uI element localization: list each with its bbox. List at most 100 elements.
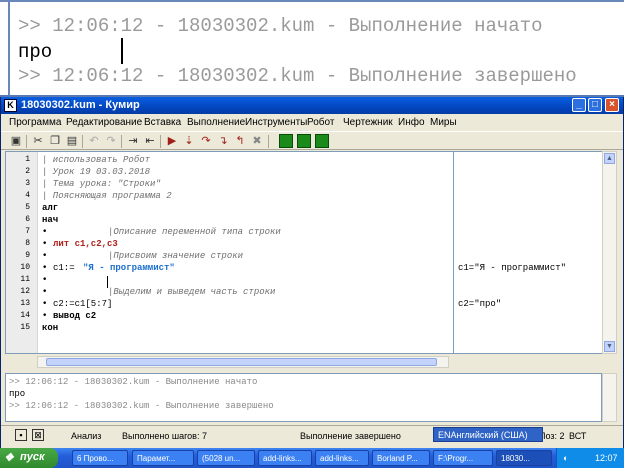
line-number: 3	[25, 179, 30, 188]
code-line-15: кон	[42, 323, 59, 333]
menu-robot[interactable]: Робот	[307, 117, 334, 128]
language-label: ENАнглийский (США)	[438, 430, 528, 440]
stop-icon[interactable]: ✖	[250, 134, 264, 148]
menu-run[interactable]: Выполнение	[187, 117, 245, 128]
line-number: 4	[25, 191, 30, 200]
minimize-button[interactable]: _	[572, 98, 586, 112]
indent-icon[interactable]: ⇥	[126, 134, 140, 148]
taskbar-button[interactable]: Парамет...	[132, 450, 194, 466]
taskbar-button[interactable]: add-links...	[315, 450, 369, 466]
code-line-10: c1:=	[53, 263, 75, 273]
zoom-left-border	[8, 2, 10, 97]
code-line-14: вывод c2	[53, 311, 97, 321]
code-editor[interactable]: 1 2 3 4 5 6 7 8 9 10 11 12 13 14 15 | ис…	[5, 151, 454, 354]
outdent-icon[interactable]: ⇤	[143, 134, 157, 148]
tray-icon[interactable]: ◐	[563, 453, 568, 463]
editor-vertical-scrollbar[interactable]: ▲ ▼	[602, 151, 617, 354]
toolbar: ▣ ✂ ❐ ▤ ↶ ↷ ⇥ ⇤ ▶ ⇣ ↷ ↴ ↰ ✖	[1, 131, 623, 150]
maximize-button[interactable]: □	[588, 98, 602, 112]
step-out-icon[interactable]: ↰	[233, 134, 247, 148]
draftsman-window-icon[interactable]	[315, 134, 329, 148]
run-icon[interactable]: ▶	[165, 134, 179, 148]
text-cursor	[121, 38, 123, 64]
zoom-console-line-1: >> 12:06:12 - 18030302.kum - Выполнение …	[18, 15, 543, 37]
output-console[interactable]: >> 12:06:12 - 18030302.kum - Выполнение …	[5, 373, 602, 422]
console-vertical-scrollbar[interactable]	[602, 373, 617, 422]
menu-bar: Программа Редактирование Вставка Выполне…	[1, 114, 623, 131]
toolbar-separator	[160, 135, 161, 148]
undo-icon[interactable]: ↶	[87, 134, 101, 148]
code-line-7: |Описание переменной типа строки	[108, 227, 281, 237]
close-button[interactable]: ×	[605, 98, 619, 112]
system-tray: ◐ 12:07	[556, 448, 624, 468]
line-number: 12	[20, 287, 30, 296]
code-line-13: c2:=c1[5:7]	[53, 299, 113, 309]
windows-logo-icon: ❖	[4, 452, 14, 464]
window-mode-icon[interactable]: ⊠	[32, 429, 44, 441]
taskbar-button[interactable]: (5028 un...	[197, 450, 255, 466]
clock[interactable]: 12:07	[595, 453, 618, 463]
step-into-icon[interactable]: ↴	[216, 134, 230, 148]
menu-edit[interactable]: Редактирование	[66, 117, 142, 128]
scroll-down-icon[interactable]: ▼	[604, 341, 615, 352]
console-line-2: про	[9, 389, 26, 399]
code-line-2: | Урок 19 03.03.2018	[42, 167, 151, 177]
line-number: 14	[20, 311, 30, 320]
status-steps: Выполнено шагов: 7	[122, 431, 207, 441]
editor-horizontal-scrollbar[interactable]	[37, 356, 449, 368]
kumir-app-icon: K	[4, 99, 17, 112]
line-number: 10	[20, 263, 30, 272]
status-state: Выполнение завершено	[300, 431, 401, 441]
editor-horizontal-scroll-area	[1, 354, 623, 372]
menu-draftsman[interactable]: Чертежник	[343, 117, 393, 128]
taskbar: ❖ пуск 6 Прово... Парамет... (5028 un...…	[0, 448, 624, 468]
taskbar-button[interactable]: F:\Progr...	[433, 450, 493, 466]
kumir-window: K 18030302.kum - Кумир _ □ × Программа Р…	[0, 97, 624, 448]
margin-value-line-13: c2="про"	[458, 299, 502, 309]
menu-info[interactable]: Инфо	[398, 117, 425, 128]
line-number: 5	[25, 203, 30, 212]
code-line-9: |Присвоим значение строки	[108, 251, 244, 261]
copy-icon[interactable]: ❐	[48, 134, 62, 148]
step-over-icon[interactable]: ↷	[199, 134, 213, 148]
menu-tools[interactable]: Инструменты	[245, 117, 307, 128]
menu-worlds[interactable]: Миры	[430, 117, 457, 128]
indent-dot: •	[42, 227, 48, 237]
robot-window-icon[interactable]	[297, 134, 311, 148]
scroll-up-icon[interactable]: ▲	[604, 153, 615, 164]
line-number: 11	[20, 275, 30, 284]
language-bar[interactable]: ENАнглийский (США)	[433, 427, 543, 442]
save-icon[interactable]: ▣	[9, 134, 23, 148]
disk-icon[interactable]: ▪	[15, 429, 27, 441]
paste-icon[interactable]: ▤	[65, 134, 79, 148]
toolbar-separator	[268, 135, 269, 148]
margin-value-line-10: c1="Я - программист"	[458, 263, 567, 273]
taskbar-button[interactable]: add-links...	[258, 450, 312, 466]
indent-dot: •	[42, 251, 48, 261]
zoom-console-line-2: про	[18, 41, 53, 63]
start-label: пуск	[20, 451, 45, 463]
cut-icon[interactable]: ✂	[31, 134, 45, 148]
title-bar[interactable]: K 18030302.kum - Кумир _ □ ×	[1, 97, 623, 114]
taskbar-button[interactable]: 6 Прово...	[72, 450, 128, 466]
line-number: 1	[25, 155, 30, 164]
line-number: 15	[20, 323, 30, 332]
menu-program[interactable]: Программа	[9, 117, 61, 128]
step-icon[interactable]: ⇣	[182, 134, 196, 148]
menu-insert[interactable]: Вставка	[144, 117, 181, 128]
code-line-3: | Тема урока: "Строки"	[42, 179, 161, 189]
code-line-12: |Выделим и выведем часть строки	[108, 287, 276, 297]
line-number: 8	[25, 239, 30, 248]
console-line-1: >> 12:06:12 - 18030302.kum - Выполнение …	[9, 377, 258, 387]
line-number: 9	[25, 251, 30, 260]
taskbar-button[interactable]: Borland P...	[372, 450, 430, 466]
redo-icon[interactable]: ↷	[104, 134, 118, 148]
start-button[interactable]: ❖ пуск	[0, 448, 58, 468]
scrollbar-thumb[interactable]	[46, 358, 437, 366]
code-line-1: | использовать Робот	[42, 155, 151, 165]
indent-dot: •	[42, 239, 48, 249]
robot-field-icon[interactable]	[279, 134, 293, 148]
code-line-10-string: "Я - программист"	[83, 263, 175, 273]
line-number: 2	[25, 167, 30, 176]
taskbar-button-active[interactable]: 18030...	[496, 450, 552, 466]
